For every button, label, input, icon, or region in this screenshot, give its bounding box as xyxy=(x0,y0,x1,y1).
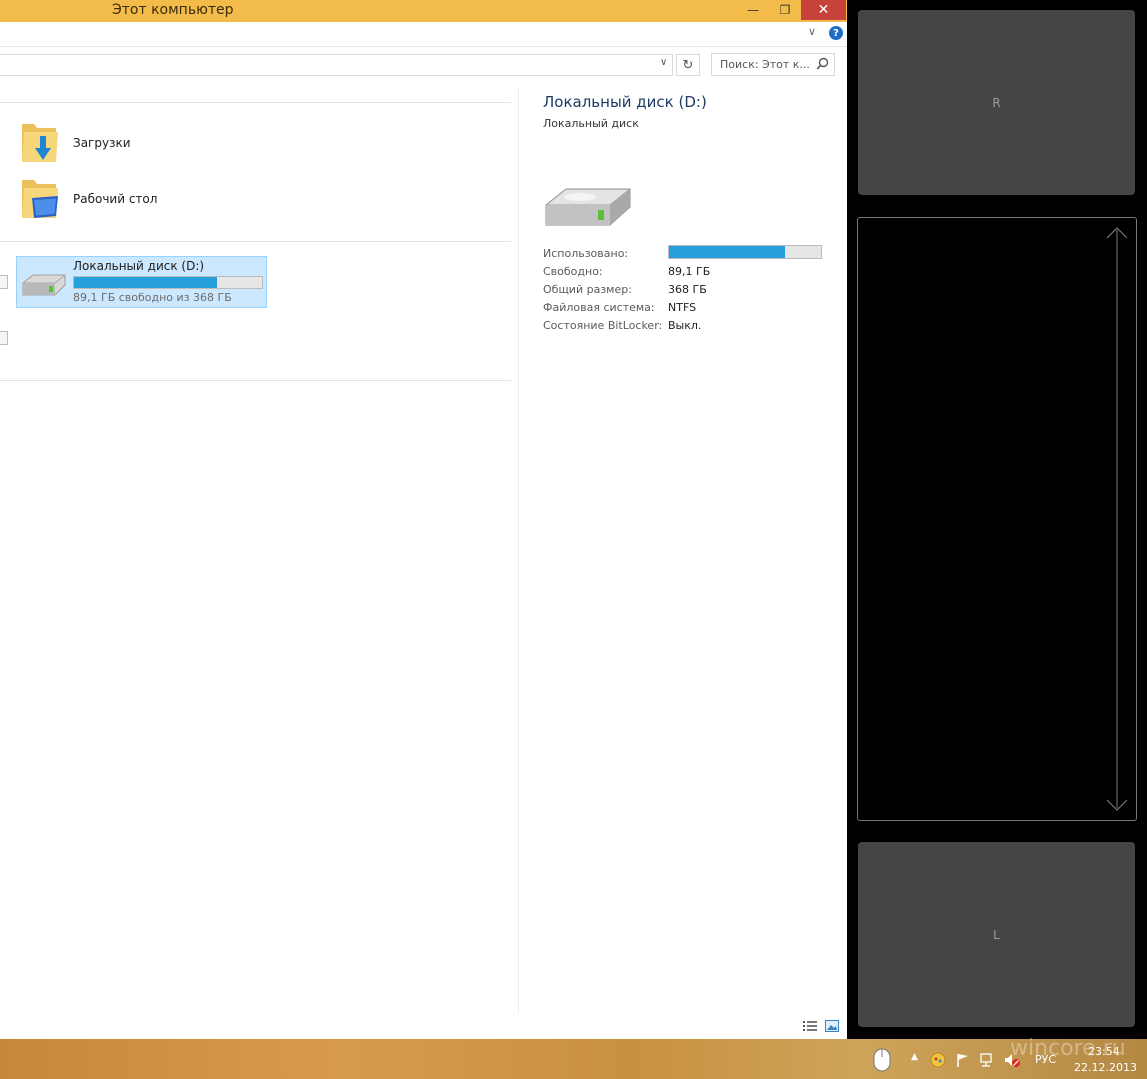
window-title: Этот компьютер xyxy=(112,2,234,18)
clock-time[interactable]: 23:54 xyxy=(1088,1045,1120,1058)
drive-free-text: 89,1 ГБ свободно из 368 ГБ xyxy=(73,291,232,304)
hard-drive-large-icon xyxy=(545,188,631,226)
address-dropdown-chevron-icon[interactable]: ∨ xyxy=(660,57,667,68)
downloads-folder-icon[interactable] xyxy=(20,118,60,164)
mouse-icon[interactable] xyxy=(872,1047,892,1073)
refresh-icon: ↻ xyxy=(682,57,694,73)
close-icon: ✕ xyxy=(817,2,830,18)
prop-value-bitlocker: Выкл. xyxy=(668,319,702,332)
right-click-label: R xyxy=(992,95,1001,110)
left-click-label: L xyxy=(993,927,1000,942)
explorer-window: Этот компьютер — ❐ ✕ ∨ ? ∨ ↻ Поиск: Этот… xyxy=(0,0,847,1039)
restore-button[interactable]: ❐ xyxy=(770,0,800,20)
clock-date[interactable]: 22.12.2013 xyxy=(1074,1061,1137,1074)
address-bar[interactable] xyxy=(0,54,673,76)
scroll-arrows-icon xyxy=(1106,227,1128,811)
desktop-folder-icon[interactable] xyxy=(20,174,60,220)
scroll-zone[interactable] xyxy=(857,217,1137,821)
prop-label-free: Свободно: xyxy=(543,265,603,278)
collapse-handle[interactable] xyxy=(0,275,8,289)
section-divider xyxy=(0,241,511,242)
minimize-icon: — xyxy=(747,3,759,17)
action-center-flag-icon[interactable] xyxy=(955,1052,971,1068)
prop-label-filesystem: Файловая система: xyxy=(543,301,655,314)
details-pane-divider xyxy=(518,87,519,1014)
show-hidden-icons-icon[interactable]: ▲ xyxy=(911,1052,918,1062)
prop-value-filesystem: NTFS xyxy=(668,301,697,314)
tray-app-icon[interactable] xyxy=(930,1052,946,1068)
close-button[interactable]: ✕ xyxy=(801,0,846,20)
details-title: Локальный диск (D:) xyxy=(543,93,707,111)
ribbon-bar xyxy=(0,22,847,47)
folder-label-desktop[interactable]: Рабочий стол xyxy=(73,192,157,206)
hard-drive-icon xyxy=(22,274,66,296)
language-indicator[interactable]: РУС xyxy=(1035,1053,1056,1066)
prop-label-bitlocker: Состояние BitLocker: xyxy=(543,319,663,332)
drive-usage-fill xyxy=(74,277,217,288)
prop-value-total: 368 ГБ xyxy=(668,283,707,296)
title-bar[interactable]: Этот компьютер — ❐ ✕ xyxy=(0,0,847,22)
minimize-button[interactable]: — xyxy=(738,0,768,20)
help-icon[interactable]: ? xyxy=(829,26,843,40)
ribbon-expand-chevron-icon[interactable]: ∨ xyxy=(808,25,816,38)
used-space-fill xyxy=(669,246,785,258)
collapse-handle[interactable] xyxy=(0,331,8,345)
details-subtitle: Локальный диск xyxy=(543,117,639,130)
large-icons-view-icon[interactable] xyxy=(825,1020,839,1032)
section-divider xyxy=(0,380,511,381)
drive-tile-d[interactable]: Локальный диск (D:) 89,1 ГБ свободно из … xyxy=(16,256,267,308)
prop-label-total: Общий размер: xyxy=(543,283,632,296)
right-click-zone[interactable]: R xyxy=(858,10,1135,195)
left-click-zone[interactable]: L xyxy=(858,842,1135,1027)
refresh-button[interactable]: ↻ xyxy=(676,54,700,76)
drive-usage-bar xyxy=(73,276,263,289)
restore-icon: ❐ xyxy=(779,3,791,17)
section-divider xyxy=(0,102,511,103)
drive-name: Локальный диск (D:) xyxy=(73,259,205,273)
volume-muted-icon[interactable] xyxy=(1003,1052,1021,1068)
search-box[interactable]: Поиск: Этот к... xyxy=(711,53,835,76)
prop-value-free: 89,1 ГБ xyxy=(668,265,711,278)
network-icon[interactable] xyxy=(979,1052,995,1068)
details-view-icon[interactable] xyxy=(803,1020,817,1032)
search-icon[interactable] xyxy=(816,57,829,70)
folder-label-downloads[interactable]: Загрузки xyxy=(73,136,131,150)
used-space-bar xyxy=(668,245,822,259)
taskbar xyxy=(0,1039,1147,1079)
prop-label-used: Использовано: xyxy=(543,247,629,260)
search-input[interactable]: Поиск: Этот к... xyxy=(720,58,810,71)
